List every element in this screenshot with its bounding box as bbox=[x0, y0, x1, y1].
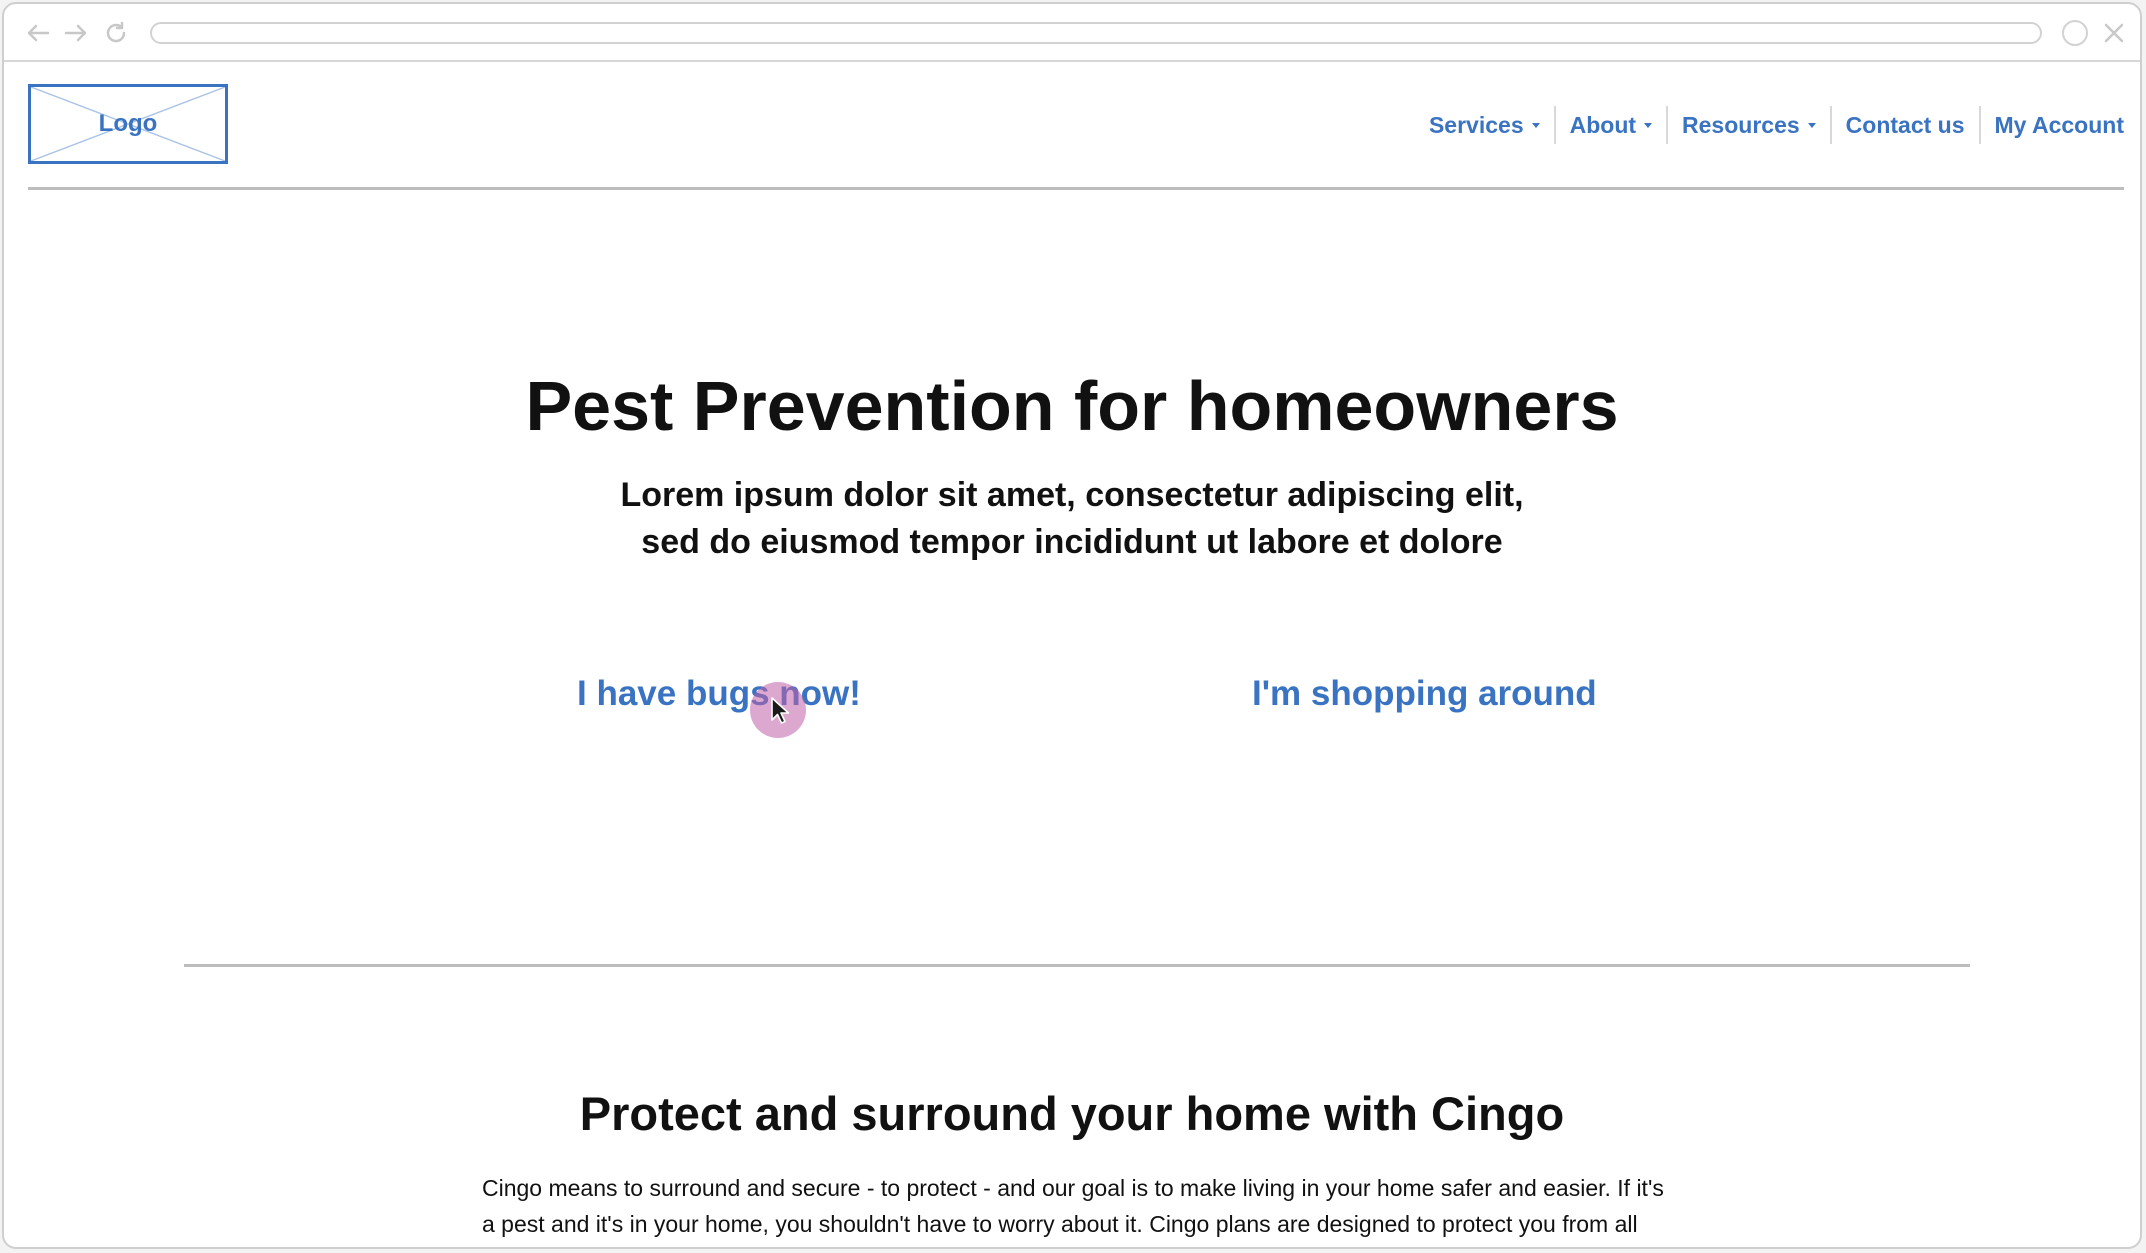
nav-resources[interactable]: Resources bbox=[1666, 106, 1830, 144]
hero-title: Pest Prevention for homeowners bbox=[525, 367, 1619, 445]
browser-toolbar bbox=[4, 4, 2140, 62]
mouse-pointer-icon bbox=[771, 697, 790, 724]
nav-about-label: About bbox=[1569, 111, 1637, 138]
hero-subtitle: Lorem ipsum dolor sit amet, consectetur … bbox=[4, 472, 2140, 566]
reload-icon[interactable] bbox=[100, 17, 132, 49]
caret-down-icon bbox=[1644, 122, 1653, 128]
back-arrow-icon[interactable] bbox=[22, 17, 54, 49]
forward-arrow-icon[interactable] bbox=[60, 17, 92, 49]
site-header: Logo Services About Resources Contact us… bbox=[28, 62, 2124, 190]
hero-subtitle-line-2: sed do eiusmod tempor incididunt ut labo… bbox=[641, 523, 1503, 561]
nav-services[interactable]: Services bbox=[1415, 106, 1554, 144]
logo[interactable]: Logo bbox=[28, 84, 228, 164]
logo-label: Logo bbox=[98, 110, 158, 137]
nav-contact-us-label: Contact us bbox=[1845, 111, 1965, 138]
nav-contact-us[interactable]: Contact us bbox=[1829, 106, 1979, 144]
close-icon[interactable] bbox=[2098, 17, 2130, 49]
nav-about[interactable]: About bbox=[1553, 106, 1666, 144]
caret-down-icon bbox=[1807, 122, 1816, 128]
hero-subtitle-line-1: Lorem ipsum dolor sit amet, consectetur … bbox=[620, 476, 1524, 514]
main-nav: Services About Resources Contact us My A… bbox=[1415, 106, 2124, 144]
window-circle-icon[interactable] bbox=[2062, 20, 2088, 46]
browser-window: Logo Services About Resources Contact us… bbox=[2, 2, 2142, 1249]
section-divider bbox=[184, 964, 1970, 967]
section-body-text: Cingo means to surround and secure - to … bbox=[482, 1175, 1664, 1237]
nav-resources-label: Resources bbox=[1682, 111, 1800, 138]
nav-my-account[interactable]: My Account bbox=[1978, 106, 2125, 144]
section-title: Protect and surround your home with Cing… bbox=[579, 1087, 1565, 1140]
caret-down-icon bbox=[1531, 122, 1540, 128]
address-bar[interactable] bbox=[150, 22, 2042, 44]
nav-my-account-label: My Account bbox=[1994, 111, 2125, 138]
cta-bugs-now-link[interactable]: I have bugs now! bbox=[577, 674, 861, 714]
nav-services-label: Services bbox=[1428, 111, 1524, 138]
cta-shopping-around-link[interactable]: I'm shopping around bbox=[1252, 674, 1597, 714]
